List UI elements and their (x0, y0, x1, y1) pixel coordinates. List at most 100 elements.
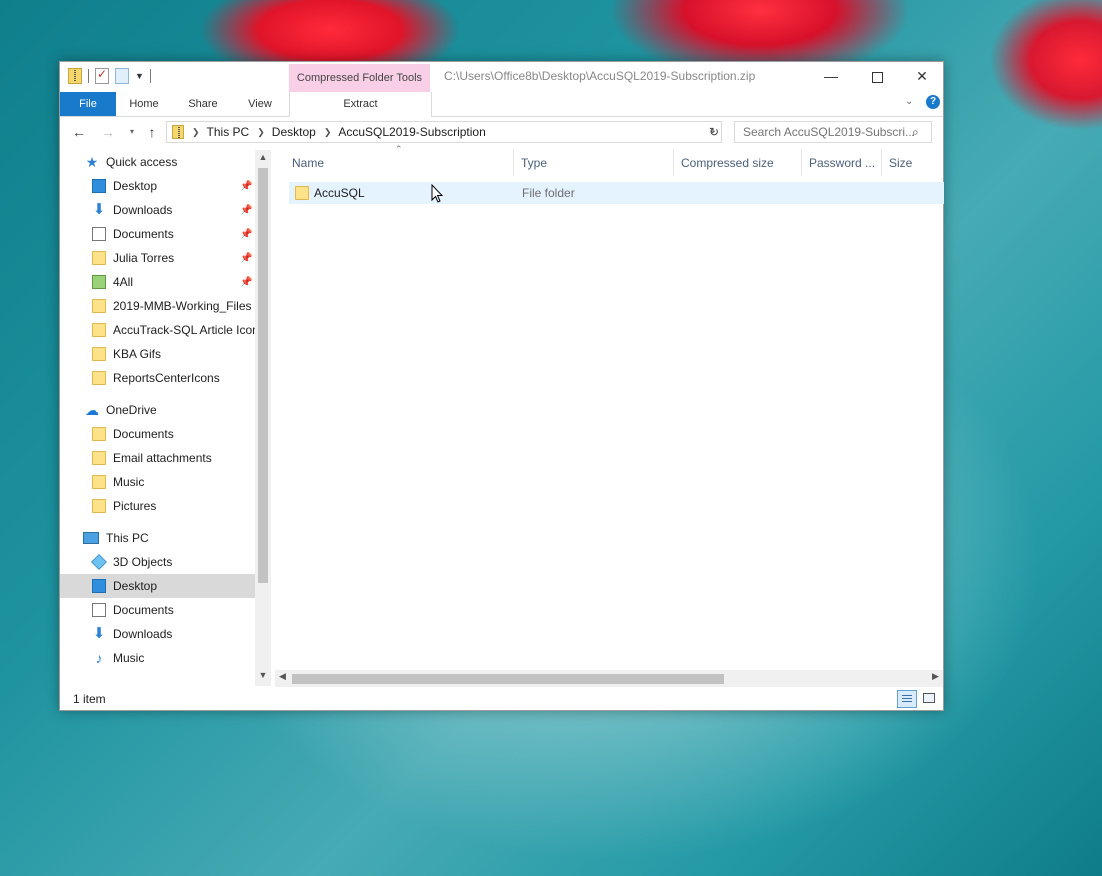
sidebar-item-julia-torres[interactable]: Julia Torres 📌 (60, 246, 255, 270)
column-header-size[interactable]: Size (882, 150, 943, 176)
sidebar-item-pictures[interactable]: Pictures (60, 494, 255, 518)
minimize-button[interactable]: — (808, 62, 854, 92)
music-note-icon: ♪ (95, 650, 103, 666)
breadcrumb-current-folder[interactable]: AccuSQL2019-Subscription (338, 125, 485, 139)
folder-icon (92, 299, 106, 313)
column-header-name[interactable]: Name (285, 150, 514, 176)
folder-icon (92, 371, 106, 385)
details-view-icon[interactable] (897, 690, 917, 708)
back-arrow-icon[interactable]: ← (69, 122, 89, 142)
sidebar-item-label: Email attachments (113, 451, 212, 465)
sidebar-item-label: AccuTrack-SQL Article Icon (113, 323, 255, 337)
refresh-icon[interactable]: ↻ (705, 121, 723, 143)
help-icon[interactable]: ? (926, 95, 940, 109)
sidebar-item-4all[interactable]: 4All 📌 (60, 270, 255, 294)
sidebar-item-label: Quick access (106, 155, 178, 169)
star-icon: ★ (85, 154, 99, 170)
pin-icon[interactable]: 📌 (240, 181, 252, 192)
scroll-left-arrow-icon[interactable]: ◀ (279, 671, 286, 682)
folder-icon (92, 323, 106, 337)
sidebar-item-label: Julia Torres (113, 251, 175, 265)
scroll-up-arrow-icon[interactable]: ▲ (255, 152, 271, 162)
sidebar-item-desktop[interactable]: Desktop 📌 (60, 174, 255, 198)
sidebar-item-onedrive-music[interactable]: Music (60, 470, 255, 494)
tab-share[interactable]: Share (174, 92, 232, 116)
scroll-down-arrow-icon[interactable]: ▼ (255, 670, 271, 680)
customize-toolbar-icon[interactable]: ▼ (135, 71, 144, 81)
sidebar-item-label: OneDrive (106, 403, 157, 417)
window-title: C:\Users\Office8b\Desktop\AccuSQL2019-Su… (444, 69, 756, 83)
sidebar-item-this-pc-desktop[interactable]: Desktop (60, 574, 255, 598)
sidebar-item-onedrive-documents[interactable]: Documents (60, 422, 255, 446)
quick-access-toolbar: ▼ (68, 67, 151, 84)
status-bar: 1 item (60, 688, 943, 710)
sidebar-item-this-pc-documents[interactable]: Documents (60, 598, 255, 622)
navigation-pane-scrollbar[interactable]: ▲ ▼ (255, 150, 271, 686)
search-icon[interactable]: ⌕ (912, 125, 919, 140)
sidebar-item-accutrack-sql-article-icon[interactable]: AccuTrack-SQL Article Icon (60, 318, 255, 342)
breadcrumb-desktop[interactable]: Desktop (272, 125, 316, 139)
sidebar-item-label: 3D Objects (113, 555, 173, 569)
breadcrumb-this-pc[interactable]: This PC (207, 125, 250, 139)
expand-ribbon-icon[interactable]: ⌄ (905, 96, 913, 107)
pin-icon[interactable]: 📌 (240, 205, 252, 216)
chevron-right-icon[interactable]: ❯ (257, 127, 265, 138)
forward-arrow-icon[interactable]: → (98, 122, 118, 142)
large-icons-view-icon[interactable] (920, 690, 940, 708)
pin-icon[interactable]: 📌 (240, 229, 252, 240)
sidebar-item-2019-mmb-working-files[interactable]: 2019-MMB-Working_Files (60, 294, 255, 318)
scroll-right-arrow-icon[interactable]: ▶ (932, 671, 939, 682)
folder-icon (92, 251, 106, 265)
sidebar-item-quick-access[interactable]: ★ Quick access (60, 150, 255, 174)
search-input[interactable] (734, 121, 932, 143)
sidebar-item-documents[interactable]: Documents 📌 (60, 222, 255, 246)
desktop-icon (92, 179, 106, 193)
sidebar-item-downloads[interactable]: ⬇ Downloads 📌 (60, 198, 255, 222)
sidebar-item-label: Desktop (113, 179, 158, 193)
sidebar-item-this-pc[interactable]: This PC (60, 526, 255, 550)
new-folder-icon[interactable] (115, 68, 129, 84)
sidebar-item-onedrive[interactable]: ☁ OneDrive (60, 398, 255, 422)
scrollbar-thumb[interactable] (292, 674, 724, 684)
file-name[interactable]: AccuSQL (314, 182, 365, 204)
file-list-horizontal-scrollbar[interactable]: ◀ ▶ (275, 670, 943, 687)
sidebar-item-label: ReportsCenterIcons (113, 371, 220, 385)
chevron-right-icon[interactable]: ❯ (192, 127, 200, 138)
sidebar-item-label: Downloads (113, 203, 173, 217)
pin-icon[interactable]: 📌 (240, 277, 252, 288)
tab-file[interactable]: File (60, 92, 116, 116)
chevron-right-icon[interactable]: ❯ (324, 127, 332, 138)
scrollbar-thumb[interactable] (258, 168, 268, 583)
properties-icon[interactable] (95, 67, 109, 84)
recent-locations-icon[interactable]: ▾ (122, 122, 142, 142)
pin-icon[interactable]: 📌 (240, 253, 252, 264)
zip-folder-icon (172, 125, 184, 139)
sidebar-item-label: KBA Gifs (113, 347, 162, 361)
toolbar-divider (88, 69, 89, 83)
document-icon (92, 603, 106, 617)
tab-home[interactable]: Home (116, 92, 172, 116)
tab-view[interactable]: View (232, 92, 288, 116)
item-count: 1 item (73, 692, 106, 706)
zip-folder-icon (68, 68, 82, 84)
address-bar[interactable]: ❯ This PC ❯ Desktop ❯ AccuSQL2019-Subscr… (166, 121, 722, 143)
sidebar-item-label: Documents (113, 427, 174, 441)
sidebar-item-reportscentericons[interactable]: ReportsCenterIcons (60, 366, 255, 390)
sidebar-item-email-attachments[interactable]: Email attachments (60, 446, 255, 470)
column-header-compressed-size[interactable]: Compressed size (674, 150, 802, 176)
sidebar-item-this-pc-downloads[interactable]: ⬇ Downloads (60, 622, 255, 646)
compressed-folder-tools-label: Compressed Folder Tools (289, 64, 430, 92)
up-arrow-icon[interactable]: ↑ (142, 122, 162, 142)
table-row[interactable]: AccuSQL File folder (289, 182, 944, 204)
column-header-password[interactable]: Password ... (802, 150, 882, 176)
tab-extract[interactable]: Extract (289, 92, 432, 117)
sidebar-item-this-pc-music[interactable]: ♪ Music (60, 646, 255, 670)
cloud-icon: ☁ (85, 402, 99, 418)
download-arrow-icon: ⬇ (92, 201, 106, 218)
sidebar-item-3d-objects[interactable]: 3D Objects (60, 550, 255, 574)
column-header-type[interactable]: Type (514, 150, 674, 176)
close-button[interactable]: ✕ (899, 62, 945, 92)
maximize-button[interactable] (854, 62, 900, 92)
desktop-icon (92, 579, 106, 593)
sidebar-item-kba-gifs[interactable]: KBA Gifs (60, 342, 255, 366)
